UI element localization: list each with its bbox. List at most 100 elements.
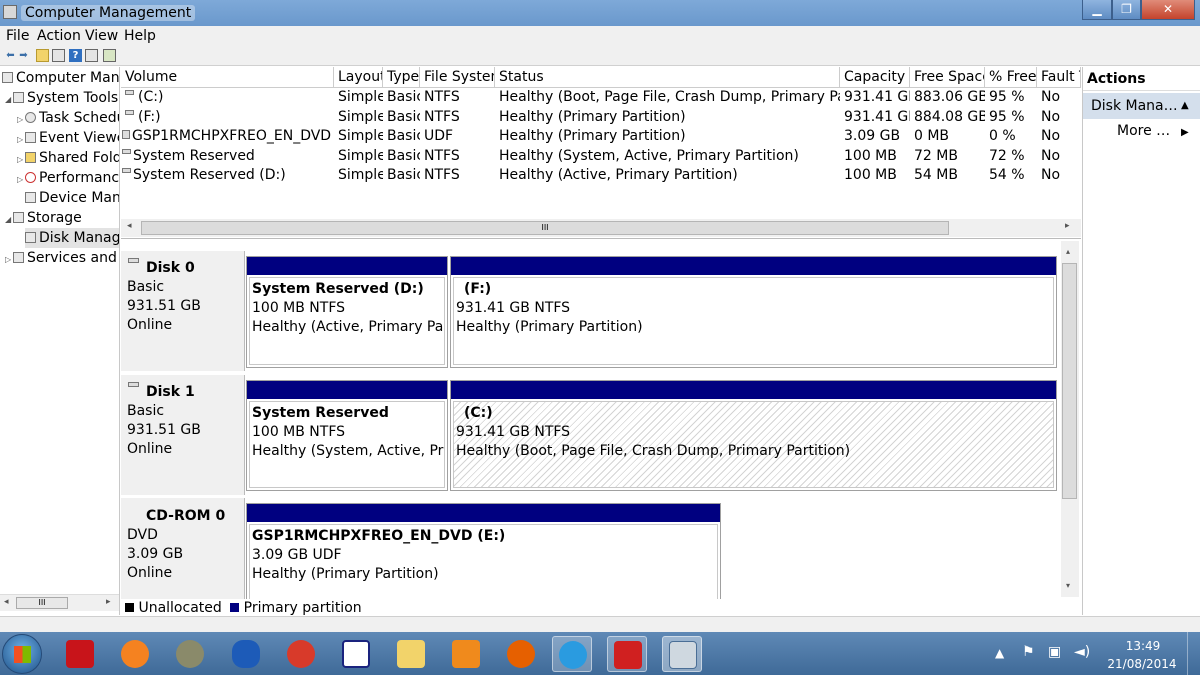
partition-f[interactable]: (F:) 931.41 GB NTFS Healthy (Primary Par… xyxy=(450,256,1057,368)
tree-item-storage[interactable]: ◢ Storage xyxy=(5,208,82,228)
scrollbar-thumb[interactable]: III xyxy=(16,597,68,609)
show-hidden-icons[interactable]: ▲ xyxy=(995,646,1004,660)
column-layout[interactable]: Layout xyxy=(334,67,383,88)
malwarebytes-icon xyxy=(232,640,260,668)
column-fault-tolerance[interactable]: Fault Tolerance xyxy=(1037,67,1081,88)
collapse-up-icon[interactable]: ▲ xyxy=(1181,93,1189,119)
disk-view-vertical-scrollbar[interactable]: ▴ ▾ xyxy=(1061,241,1079,597)
collapsed-arrow-icon[interactable]: ▷ xyxy=(17,150,25,170)
table-row[interactable]: GSP1RMCHPXFREO_EN_DVD (E:) Simple Basic … xyxy=(121,127,1081,147)
collapsed-arrow-icon[interactable]: ▷ xyxy=(17,130,25,150)
taskbar-folder[interactable] xyxy=(391,636,431,672)
show-hide-tree-icon[interactable] xyxy=(52,49,65,62)
tree-item-services-and-applications[interactable]: ▷Services and Applications xyxy=(5,248,119,270)
up-folder-icon[interactable] xyxy=(36,49,49,62)
start-button[interactable] xyxy=(2,634,42,674)
expanded-arrow-icon[interactable]: ◢ xyxy=(5,210,13,230)
column-file-system[interactable]: File System xyxy=(420,67,495,88)
scroll-left-icon[interactable]: ◂ xyxy=(127,221,132,231)
tree-item-performance[interactable]: ▷ Performance xyxy=(17,168,119,190)
column-percent-free[interactable]: % Free xyxy=(985,67,1037,88)
column-volume[interactable]: Volume xyxy=(121,67,334,88)
volume-icon[interactable]: ◄) xyxy=(1074,644,1090,660)
column-type[interactable]: Type xyxy=(383,67,420,88)
taskbar-avast[interactable] xyxy=(115,636,155,672)
cdrom-0-info[interactable]: CD-ROM 0 DVD 3.09 GB Online xyxy=(121,498,245,599)
scrollbar-thumb[interactable]: III xyxy=(141,221,949,235)
menu-file[interactable]: File xyxy=(6,28,29,44)
avast-icon xyxy=(121,640,149,668)
collapsed-arrow-icon[interactable]: ▷ xyxy=(17,170,25,190)
taskbar-user-security[interactable] xyxy=(170,636,210,672)
tree-item-system-tools[interactable]: ◢ System Tools xyxy=(5,88,118,108)
table-row[interactable]: System Reserved (D:) Simple Basic NTFS H… xyxy=(121,166,1081,186)
taskbar-ccleaner[interactable] xyxy=(281,636,321,672)
taskbar-firefox[interactable] xyxy=(501,636,541,672)
tree-item-shared-folders[interactable]: ▷Shared Folders xyxy=(17,148,119,170)
show-desktop-button[interactable] xyxy=(1187,632,1200,675)
computer-management-icon xyxy=(669,641,697,669)
partition-system-reserved[interactable]: System Reserved 100 MB NTFS Healthy (Sys… xyxy=(246,380,448,491)
tree-item-disk-management[interactable]: Disk Management xyxy=(25,228,119,248)
folder-icon xyxy=(397,640,425,668)
menu-view[interactable]: View xyxy=(85,28,118,44)
partition-system-reserved-d[interactable]: System Reserved (D:) 100 MB NTFS Healthy… xyxy=(246,256,448,368)
collapsed-arrow-icon[interactable]: ▷ xyxy=(5,250,13,270)
maximize-button[interactable]: ❐ xyxy=(1112,0,1141,20)
firefox-icon xyxy=(507,640,535,668)
table-row[interactable]: (C:) Simple Basic NTFS Healthy (Boot, Pa… xyxy=(121,88,1081,108)
taskbar-internet-explorer[interactable] xyxy=(552,636,592,672)
scroll-right-icon[interactable]: ▸ xyxy=(1065,221,1070,231)
volume-icon xyxy=(125,90,134,95)
disk-1-info[interactable]: Disk 1 Basic 931.51 GB Online xyxy=(121,375,245,495)
help-icon[interactable]: ? xyxy=(69,49,82,62)
more-actions-item[interactable]: More Actions▶ xyxy=(1117,123,1189,139)
table-row[interactable]: (F:) Simple Basic NTFS Healthy (Primary … xyxy=(121,108,1081,128)
scrollbar-thumb[interactable] xyxy=(1062,263,1077,499)
network-icon[interactable]: ▣ xyxy=(1048,644,1061,660)
clock-date[interactable]: 21/08/2014 xyxy=(1104,657,1180,671)
console-view-icon[interactable] xyxy=(103,49,116,62)
tree-item-task-scheduler[interactable]: ▷Task Scheduler xyxy=(17,108,119,130)
menu-help[interactable]: Help xyxy=(124,28,156,44)
taskbar-toolbox[interactable] xyxy=(607,636,647,672)
column-free-space[interactable]: Free Space xyxy=(910,67,985,88)
taskbar-malwarebytes[interactable] xyxy=(226,636,266,672)
scroll-down-icon[interactable]: ▾ xyxy=(1066,581,1070,590)
column-capacity[interactable]: Capacity xyxy=(840,67,910,88)
title-bar[interactable]: Computer Management ▁ ❐ ✕ xyxy=(0,0,1200,26)
scroll-up-icon[interactable]: ▴ xyxy=(1066,247,1070,256)
partition-e-dvd[interactable]: GSP1RMCHPXFREO_EN_DVD (E:) 3.09 GB UDF H… xyxy=(246,503,721,599)
internet-explorer-icon xyxy=(559,641,587,669)
device-manager-icon xyxy=(25,192,36,203)
forward-arrow-icon[interactable]: ➡ xyxy=(17,49,30,62)
taskbar-media-player[interactable] xyxy=(446,636,486,672)
expanded-arrow-icon[interactable]: ◢ xyxy=(5,90,13,110)
menu-action[interactable]: Action xyxy=(37,28,81,44)
scroll-left-icon[interactable]: ◂ xyxy=(4,597,9,607)
tree-item-event-viewer[interactable]: ▷Event Viewer xyxy=(17,128,119,150)
table-row[interactable]: System Reserved Simple Basic NTFS Health… xyxy=(121,147,1081,167)
close-button[interactable]: ✕ xyxy=(1141,0,1195,20)
taskbar-computer-management[interactable] xyxy=(662,636,702,672)
tree-item-device-manager[interactable]: Device Manager xyxy=(25,188,119,208)
clock-time[interactable]: 13:49 xyxy=(1113,639,1173,653)
action-center-flag-icon[interactable]: ⚑ xyxy=(1022,644,1035,660)
minimize-button[interactable]: ▁ xyxy=(1082,0,1112,20)
scroll-right-icon[interactable]: ▸ xyxy=(106,597,111,607)
tree-item-computer-management[interactable]: Computer Management (Local) xyxy=(2,68,119,88)
properties-icon[interactable] xyxy=(85,49,98,62)
adobe-reader-icon xyxy=(66,640,94,668)
collapsed-arrow-icon[interactable]: ▷ xyxy=(17,110,25,130)
tree-horizontal-scrollbar[interactable]: ◂ III ▸ xyxy=(0,594,119,611)
windows-logo-icon xyxy=(14,646,31,663)
taskbar-adobe-reader[interactable] xyxy=(60,636,100,672)
actions-group-disk-management[interactable]: Disk Management▲ xyxy=(1083,93,1200,119)
column-status[interactable]: Status xyxy=(495,67,840,88)
partition-c[interactable]: (C:) 931.41 GB NTFS Healthy (Boot, Page … xyxy=(450,380,1057,491)
taskbar-calculator[interactable] xyxy=(336,636,376,672)
back-arrow-icon[interactable]: ⬅ xyxy=(4,49,17,62)
disk-0-info[interactable]: Disk 0 Basic 931.51 GB Online xyxy=(121,251,245,371)
volume-icon xyxy=(125,109,134,115)
volume-list-horizontal-scrollbar[interactable]: ◂ III ▸ xyxy=(121,219,1081,237)
